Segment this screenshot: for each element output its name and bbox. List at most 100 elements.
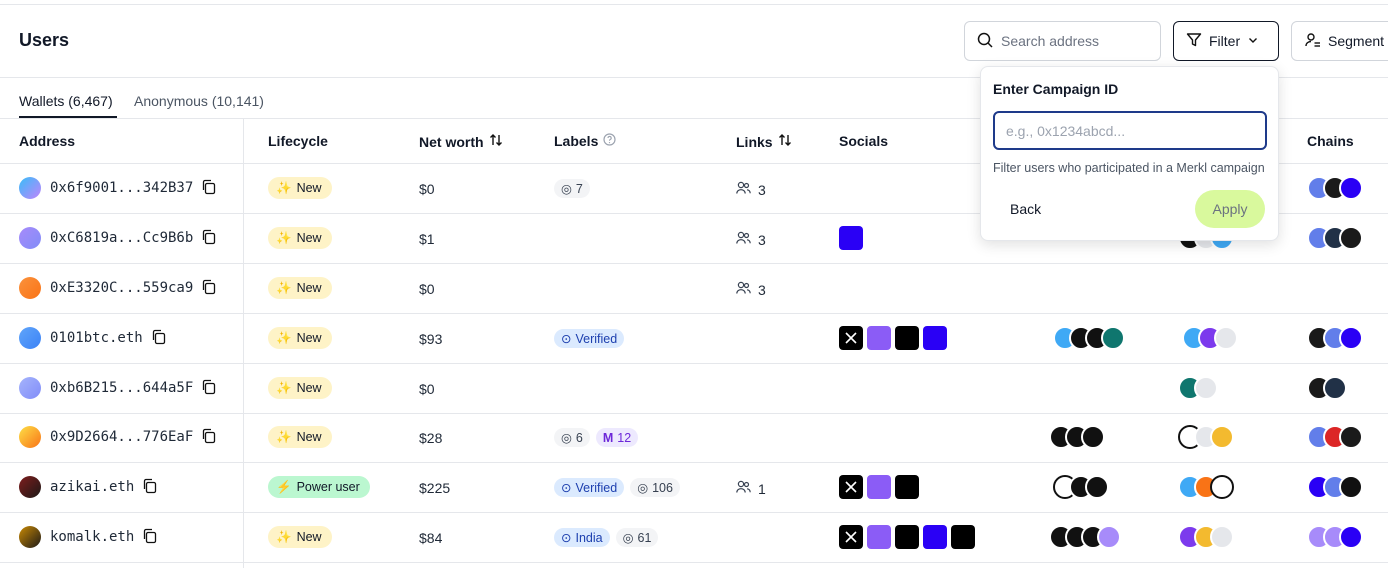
nouns-icon[interactable]: [867, 326, 891, 350]
links-count: 3: [758, 231, 766, 248]
copy-icon[interactable]: [201, 428, 217, 447]
lens-icon[interactable]: [895, 326, 919, 350]
label-text: 12: [617, 430, 632, 445]
label-pill[interactable]: ◎ 61: [615, 528, 659, 547]
x-twitter-icon[interactable]: [839, 475, 863, 499]
links-count: 1: [758, 480, 766, 497]
label-pill[interactable]: ⊙ Verified: [554, 329, 625, 348]
copy-icon[interactable]: [201, 229, 217, 248]
wallet-address[interactable]: 0xE3320C...559ca9: [50, 280, 193, 296]
wallet-address[interactable]: azikai.eth: [50, 479, 134, 495]
table-row-address-cell[interactable]: 0x6f9001...342B37: [19, 177, 217, 199]
lifecycle-badge: ✨ New: [268, 227, 332, 249]
sparkle-icon: ✨: [276, 429, 292, 444]
wallet-address[interactable]: 0x6f9001...342B37: [50, 180, 193, 196]
wallet-address[interactable]: 0101btc.eth: [50, 330, 143, 346]
sticky-column-divider: [243, 119, 244, 568]
label-pill[interactable]: ⊙ India: [554, 528, 610, 547]
lens-icon[interactable]: [895, 525, 919, 549]
ethereum-token-icon: [1194, 376, 1218, 400]
copy-icon[interactable]: [142, 528, 158, 547]
table-row-address-cell[interactable]: 0101btc.eth: [19, 327, 167, 349]
fingerprint-icon: ◎: [622, 531, 634, 545]
wallet-address[interactable]: 0xb6B215...644a5F: [50, 380, 193, 396]
merkl-icon: M: [602, 430, 614, 445]
label-pill[interactable]: ◎ 6: [554, 428, 590, 447]
table-row-address-cell[interactable]: komalk.eth: [19, 526, 158, 548]
net-worth-cell: $0: [419, 281, 435, 297]
nouns-icon[interactable]: [867, 475, 891, 499]
farcaster-icon[interactable]: [923, 326, 947, 350]
wallet-address[interactable]: komalk.eth: [50, 529, 134, 545]
net-worth-cell: $0: [419, 181, 435, 197]
tab-anonymous[interactable]: Anonymous (10,141): [134, 93, 264, 109]
label-text: India: [575, 530, 603, 545]
filter-button[interactable]: Filter: [1173, 21, 1279, 61]
sort-icon[interactable]: [778, 133, 792, 150]
label-pill[interactable]: ◎ 7: [554, 179, 590, 198]
copy-icon[interactable]: [201, 379, 217, 398]
column-header-socials: Socials: [839, 133, 888, 149]
links-count: 3: [758, 281, 766, 298]
page-title: Users: [19, 30, 70, 50]
campaign-id-input[interactable]: [993, 111, 1267, 150]
avatar: [19, 177, 41, 199]
table-row-address-cell[interactable]: 0x9D2664...776EaF: [19, 426, 217, 448]
copy-icon[interactable]: [151, 329, 167, 348]
x-twitter-icon[interactable]: [839, 326, 863, 350]
apply-button[interactable]: Apply: [1195, 190, 1265, 228]
column-header-net-worth[interactable]: Net worth: [419, 133, 503, 150]
farcaster-icon[interactable]: [839, 226, 863, 250]
table-row-address-cell[interactable]: azikai.eth: [19, 476, 158, 498]
label-text: 61: [637, 530, 652, 545]
lifecycle-cell: ✨ New: [268, 327, 332, 349]
lifecycle-cell: ✨ New: [268, 277, 332, 299]
back-button[interactable]: Back: [1010, 201, 1041, 217]
search-box[interactable]: [964, 21, 1161, 61]
avatar: [19, 476, 41, 498]
users-icon: [736, 480, 751, 497]
avatar: [19, 377, 41, 399]
fingerprint-icon: ◎: [561, 182, 572, 196]
sparkle-icon: ✨: [276, 330, 292, 345]
wallet-address[interactable]: 0xC6819a...Cc9B6b: [50, 230, 193, 246]
lifecycle-cell: ✨ New: [268, 377, 332, 399]
sort-icon[interactable]: [489, 133, 503, 150]
column-header-links[interactable]: Links: [736, 133, 792, 150]
chains-cell: [1307, 425, 1363, 449]
lifecycle-badge: ✨ New: [268, 426, 332, 448]
copy-icon[interactable]: [201, 279, 217, 298]
token-icon: [1097, 525, 1121, 549]
lifecycle-label: New: [296, 381, 322, 395]
globe-icon[interactable]: [951, 525, 975, 549]
copy-icon[interactable]: [201, 179, 217, 198]
lifecycle-cell: ✨ New: [268, 177, 332, 199]
search-input[interactable]: [1001, 33, 1151, 49]
table-row-address-cell[interactable]: 0xC6819a...Cc9B6b: [19, 227, 217, 249]
table-row-address-cell[interactable]: 0xE3320C...559ca9: [19, 277, 217, 299]
farcaster-icon[interactable]: [923, 525, 947, 549]
avatar: [19, 327, 41, 349]
labels-cell: ⊙ Verified: [554, 329, 630, 348]
x-twitter-icon[interactable]: [839, 525, 863, 549]
segment-button[interactable]: Segment: [1291, 21, 1388, 61]
label-pill[interactable]: ⊙ Verified: [554, 478, 625, 497]
copy-icon[interactable]: [142, 478, 158, 497]
lens-icon[interactable]: [895, 475, 919, 499]
tab-wallets[interactable]: Wallets (6,467): [19, 93, 113, 109]
tokens-cell: [1049, 425, 1105, 449]
label-pill[interactable]: M 12: [595, 428, 639, 447]
row-divider: [0, 313, 1388, 314]
help-circle-icon[interactable]: [603, 133, 616, 149]
check-circle-icon: ⊙: [561, 531, 572, 545]
label-pill[interactable]: ◎ 106: [630, 478, 680, 497]
lifecycle-badge: ⚡ Power user: [268, 476, 370, 498]
lifecycle-label: New: [296, 281, 322, 295]
user-segment-icon: [1305, 32, 1321, 51]
column-header-lifecycle-label: Lifecycle: [268, 133, 328, 149]
nouns-icon[interactable]: [867, 525, 891, 549]
row-divider: [0, 413, 1388, 414]
table-row-address-cell[interactable]: 0xb6B215...644a5F: [19, 377, 217, 399]
column-header-lifecycle: Lifecycle: [268, 133, 328, 149]
wallet-address[interactable]: 0x9D2664...776EaF: [50, 429, 193, 445]
